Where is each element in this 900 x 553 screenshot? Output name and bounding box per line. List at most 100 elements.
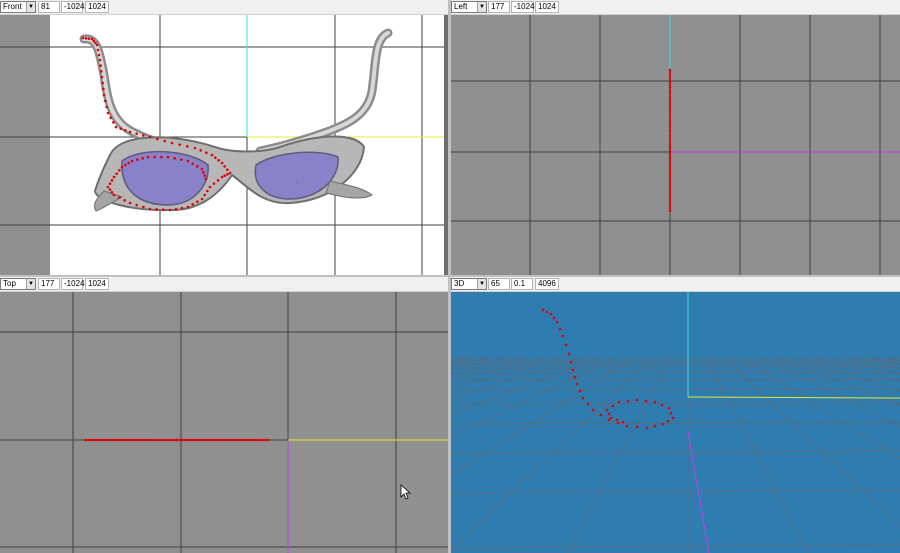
control-point[interactable] <box>148 135 152 139</box>
control-point[interactable] <box>87 37 91 40</box>
control-point[interactable] <box>561 334 565 338</box>
control-point[interactable] <box>160 438 163 442</box>
control-point[interactable] <box>668 112 672 116</box>
control-point[interactable] <box>110 191 114 194</box>
control-point[interactable] <box>253 438 257 442</box>
control-point[interactable] <box>118 438 122 442</box>
control-point[interactable] <box>611 404 615 408</box>
control-point[interactable] <box>668 183 672 186</box>
control-point[interactable] <box>235 438 239 442</box>
control-point[interactable] <box>191 203 194 206</box>
control-point[interactable] <box>653 424 657 428</box>
view-select[interactable]: 3D ▼ <box>451 278 487 290</box>
control-point[interactable] <box>142 134 145 137</box>
control-point[interactable] <box>167 438 171 442</box>
control-point[interactable] <box>668 203 672 206</box>
control-point[interactable] <box>141 157 144 160</box>
control-point[interactable] <box>203 193 206 197</box>
control-point[interactable] <box>191 438 194 442</box>
control-point[interactable] <box>668 93 672 96</box>
control-point[interactable] <box>586 402 590 406</box>
viewport-left[interactable]: Left ▼ 177 -1024 1024 <box>451 0 900 275</box>
control-point[interactable] <box>160 155 163 159</box>
control-point[interactable] <box>668 161 672 164</box>
control-point[interactable] <box>120 165 124 169</box>
control-point[interactable] <box>668 130 672 133</box>
control-point[interactable] <box>555 320 559 324</box>
control-point[interactable] <box>97 438 101 442</box>
control-point[interactable] <box>668 139 672 142</box>
control-point[interactable] <box>148 207 152 211</box>
control-point[interactable] <box>87 438 90 442</box>
control-point[interactable] <box>90 37 94 41</box>
control-point[interactable] <box>84 438 88 442</box>
control-point[interactable] <box>123 438 127 442</box>
control-point[interactable] <box>186 205 190 209</box>
control-point[interactable] <box>188 438 192 442</box>
control-point[interactable] <box>180 206 184 210</box>
control-point[interactable] <box>104 99 107 103</box>
control-point[interactable] <box>105 105 108 109</box>
control-point[interactable] <box>668 99 672 103</box>
control-point[interactable] <box>170 438 174 442</box>
control-point[interactable] <box>162 208 165 211</box>
control-point[interactable] <box>668 185 672 188</box>
control-point[interactable] <box>108 438 111 442</box>
control-point[interactable] <box>219 438 223 442</box>
control-point[interactable] <box>186 159 190 163</box>
control-point[interactable] <box>124 129 127 132</box>
control-point[interactable] <box>668 170 672 173</box>
control-point[interactable] <box>217 438 220 442</box>
control-point[interactable] <box>112 193 116 197</box>
control-point[interactable] <box>666 419 670 423</box>
control-point[interactable] <box>251 438 254 442</box>
control-point[interactable] <box>196 165 199 168</box>
control-point[interactable] <box>92 39 95 43</box>
control-point[interactable] <box>208 185 212 189</box>
control-point[interactable] <box>571 368 575 372</box>
control-point[interactable] <box>131 438 135 442</box>
field-2[interactable]: 0.1 <box>511 278 533 290</box>
control-point[interactable] <box>223 174 226 177</box>
control-point[interactable] <box>668 106 672 109</box>
control-point[interactable] <box>668 82 672 85</box>
control-point[interactable] <box>668 154 672 157</box>
control-point[interactable] <box>126 438 129 442</box>
control-point[interactable] <box>625 424 629 428</box>
control-point[interactable] <box>223 165 226 168</box>
control-point[interactable] <box>668 137 672 140</box>
control-point[interactable] <box>149 438 153 442</box>
control-point[interactable] <box>668 115 672 118</box>
control-point[interactable] <box>552 316 556 320</box>
control-point[interactable] <box>228 171 232 175</box>
control-point[interactable] <box>668 132 672 135</box>
control-point[interactable] <box>245 438 249 442</box>
control-point[interactable] <box>626 399 630 403</box>
control-point[interactable] <box>668 75 672 78</box>
control-point[interactable] <box>136 158 139 161</box>
control-point[interactable] <box>258 438 262 442</box>
control-point[interactable] <box>230 438 233 442</box>
control-point[interactable] <box>162 438 166 442</box>
control-point[interactable] <box>178 143 181 146</box>
control-point[interactable] <box>669 411 673 415</box>
control-point[interactable] <box>605 408 609 412</box>
control-point[interactable] <box>668 97 672 100</box>
control-point[interactable] <box>668 159 672 162</box>
control-point[interactable] <box>153 155 156 159</box>
control-point[interactable] <box>668 126 672 129</box>
control-point[interactable] <box>135 132 138 135</box>
control-point[interactable] <box>266 438 270 442</box>
control-point[interactable] <box>196 200 199 203</box>
control-point[interactable] <box>106 185 110 189</box>
control-point[interactable] <box>180 438 184 442</box>
control-point[interactable] <box>200 197 204 201</box>
control-point[interactable] <box>178 438 181 442</box>
control-point[interactable] <box>96 48 100 52</box>
control-point[interactable] <box>201 438 205 442</box>
control-point[interactable] <box>591 408 595 412</box>
control-point[interactable] <box>136 438 140 442</box>
control-point[interactable] <box>573 375 577 379</box>
control-point[interactable] <box>621 420 625 424</box>
control-point[interactable] <box>668 148 672 151</box>
